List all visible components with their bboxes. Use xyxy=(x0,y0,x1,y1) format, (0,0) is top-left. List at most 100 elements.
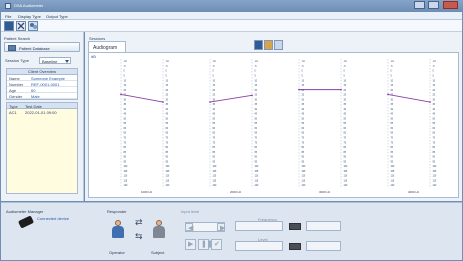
tick-label: 40 xyxy=(166,109,169,111)
tick-label: 5 xyxy=(213,76,215,78)
series-line xyxy=(387,93,431,103)
tick-label: 90 xyxy=(124,157,127,159)
tick-label: 90 xyxy=(391,157,394,159)
tick-label: 100 xyxy=(391,166,396,168)
tick-label: 25 xyxy=(166,95,169,97)
data-point xyxy=(298,88,300,91)
tick-label: 80 xyxy=(391,147,394,149)
frequency-field[interactable] xyxy=(235,221,283,231)
tick-label: 100 xyxy=(124,166,129,168)
tick-label: 85 xyxy=(255,152,258,154)
tick-label: 35 xyxy=(433,104,436,106)
tick-label: 75 xyxy=(124,142,127,144)
tick-label: 50 xyxy=(213,118,216,120)
tick-label: 85 xyxy=(302,152,305,154)
patient-database-button[interactable]: Patient Database xyxy=(4,42,80,52)
tick-label: -10 xyxy=(302,61,306,63)
swap-left-icon[interactable]: ⇆ xyxy=(135,231,143,242)
tick-label: 70 xyxy=(213,138,216,140)
tick-label: 85 xyxy=(166,152,169,154)
close-button[interactable] xyxy=(443,1,458,9)
tick-label: 115 xyxy=(344,180,348,182)
tick-label: 40 xyxy=(302,109,305,111)
operator-icon[interactable] xyxy=(111,220,125,238)
tick-label: 60 xyxy=(433,128,436,130)
database-icon xyxy=(8,45,16,51)
list-item[interactable]: AC1 2022-01-01 09:00 xyxy=(7,109,77,115)
input-level-label: Input level xyxy=(181,209,200,214)
level-output-field[interactable] xyxy=(306,241,341,251)
save-icon[interactable] xyxy=(4,21,14,31)
tick-label: 110 xyxy=(433,176,437,178)
tick-label: 70 xyxy=(433,138,436,140)
tick-label: -5 xyxy=(433,66,436,68)
swap-right-icon[interactable]: ⇄ xyxy=(135,217,143,228)
tick-label: 80 xyxy=(213,147,216,149)
view-icon[interactable] xyxy=(274,40,283,50)
frequency-indicator xyxy=(289,223,301,230)
minimize-button[interactable] xyxy=(414,1,425,9)
decrease-button[interactable]: ◀ xyxy=(185,223,193,232)
tick-label: 35 xyxy=(391,104,394,106)
tab-audiogram[interactable]: Audiogram xyxy=(88,41,126,52)
save-icon[interactable] xyxy=(254,40,263,50)
tick-label: 90 xyxy=(166,157,169,159)
level-field[interactable] xyxy=(235,241,283,251)
tick-label: 60 xyxy=(124,128,127,130)
print-icon[interactable] xyxy=(264,40,273,50)
tick-label: 70 xyxy=(255,138,258,140)
tick-label: 0 xyxy=(213,71,215,73)
tick-label: 70 xyxy=(344,138,347,140)
tick-label: 20 xyxy=(344,90,347,92)
info-row: Gender Male xyxy=(7,93,77,99)
pause-button[interactable]: ❚❚ xyxy=(198,239,213,250)
tick-label: 20 xyxy=(166,90,169,92)
tick-label: 80 xyxy=(124,147,127,149)
tick-label: 75 xyxy=(213,142,216,144)
tick-label: 120 xyxy=(391,185,396,187)
tick-label: 90 xyxy=(255,157,258,159)
tick-label: 120 xyxy=(302,185,307,187)
tick-label: 15 xyxy=(433,85,436,87)
tick-label: -5 xyxy=(391,66,394,68)
tick-label: 20 xyxy=(124,90,127,92)
tick-label: 95 xyxy=(344,161,347,163)
main-area: Sessions Audiogram dB -10 -10 -5 -5 0 0 5 5 10 10… xyxy=(85,32,462,201)
tick-label: 35 xyxy=(166,104,169,106)
tick-label: 100 xyxy=(213,166,218,168)
tick-label: 35 xyxy=(124,104,127,106)
tick-label: 70 xyxy=(166,138,169,140)
tick-label: 55 xyxy=(213,123,216,125)
tick-label: 60 xyxy=(391,128,394,130)
maximize-button[interactable] xyxy=(428,1,439,9)
tick-label: 75 xyxy=(302,142,305,144)
tick-label: 50 xyxy=(302,118,305,120)
people-icon[interactable] xyxy=(28,21,38,31)
tools-icon[interactable] xyxy=(16,21,26,31)
tick-label: 5 xyxy=(302,76,304,78)
device-manager-label: Audiometer Manager xyxy=(6,209,44,214)
tick-label: 25 xyxy=(213,95,216,97)
tick-label: 110 xyxy=(124,176,128,178)
tick-label: 45 xyxy=(255,114,258,116)
tick-label: 115 xyxy=(124,180,128,182)
tick-label: 60 xyxy=(166,128,169,130)
session-list: Type Test Date AC1 2022-01-01 09:00 xyxy=(6,102,78,194)
menu-output-type[interactable]: Output Type xyxy=(46,14,68,19)
tick-label: 55 xyxy=(391,123,394,125)
tick-label: 85 xyxy=(213,152,216,154)
tick-label: 105 xyxy=(391,171,396,173)
increase-button[interactable]: ▶ xyxy=(217,223,225,232)
menu-file[interactable]: File xyxy=(5,14,11,19)
menu-display-type[interactable]: Display Type xyxy=(18,14,41,19)
tick-label: 65 xyxy=(166,133,169,135)
session-type-select[interactable]: Baseline xyxy=(39,57,71,64)
play-button[interactable]: ▶ xyxy=(185,239,196,250)
frequency-output-field[interactable] xyxy=(306,221,341,231)
tick-label: 5 xyxy=(124,76,126,78)
tick-label: 50 xyxy=(344,118,347,120)
tick-label: 25 xyxy=(344,95,347,97)
tick-label: 0 xyxy=(391,71,393,73)
subject-icon[interactable] xyxy=(152,220,166,238)
confirm-button[interactable]: ✔ xyxy=(211,239,222,250)
